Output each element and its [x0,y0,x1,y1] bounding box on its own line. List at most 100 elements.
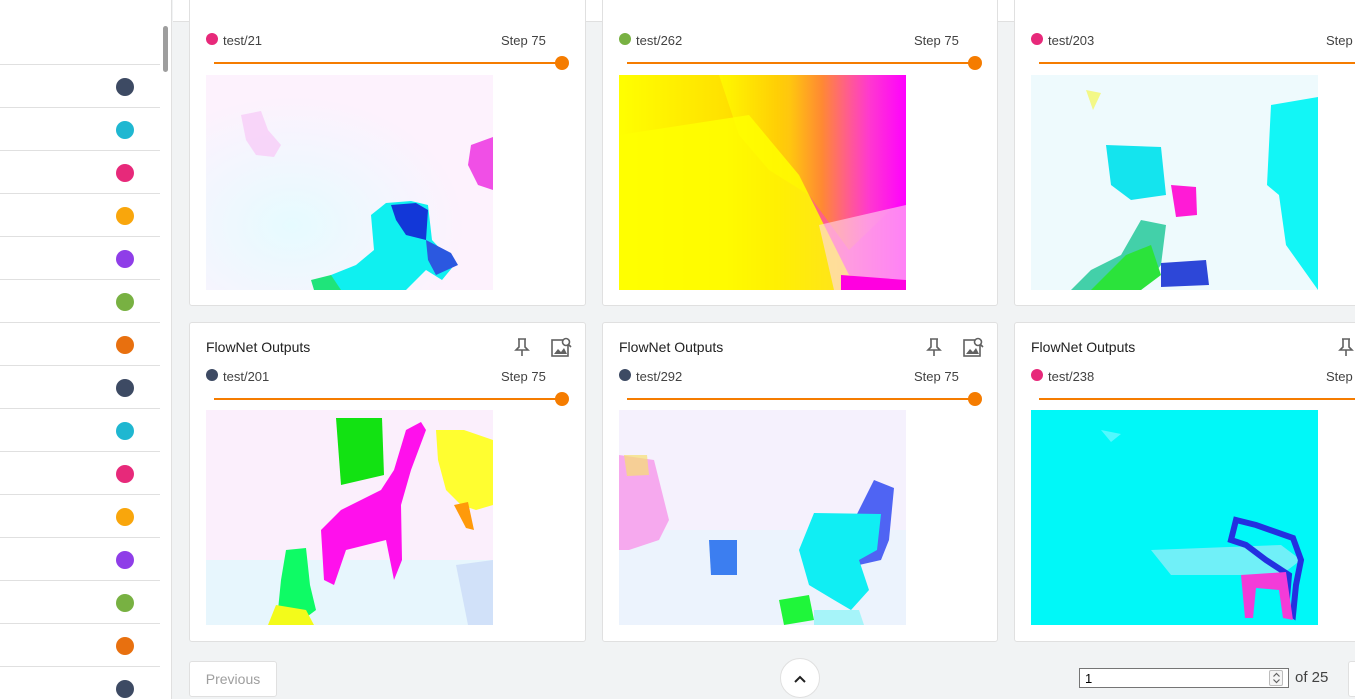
run-color-swatch[interactable] [116,465,134,483]
slider-track [627,398,975,400]
run-row[interactable] [0,452,160,495]
run-color-swatch[interactable] [116,637,134,655]
flow-image [206,75,493,290]
run-name: test/203 [1048,33,1095,48]
run-row[interactable] [0,538,160,581]
card-run-info: test/292 Step 75 [619,369,979,385]
image-card: FlowNet Outputs test/292 Step 75 [602,322,998,642]
run-color-swatch[interactable] [116,207,134,225]
pin-icon[interactable] [925,337,943,357]
card-run-info: test/203 Step 75 [1031,33,1355,49]
flow-image [619,410,906,625]
card-title: FlowNet Outputs [1031,339,1136,355]
step-slider[interactable] [1039,392,1355,406]
run-color-swatch[interactable] [116,680,134,698]
run-row[interactable] [0,624,160,667]
run-row[interactable] [0,280,160,323]
run-list-header [0,22,160,65]
image-search-icon[interactable] [550,336,572,358]
run-row[interactable] [0,65,160,108]
run-name: test/201 [223,369,270,384]
slider-track [1039,62,1355,64]
step-slider[interactable] [627,56,982,70]
run-color-dot [206,369,218,381]
scroll-to-top-button[interactable] [780,658,820,698]
run-color-swatch[interactable] [116,293,134,311]
image-card: test/262 Step 75 [602,0,998,306]
run-name: test/292 [636,369,683,384]
image-card: FlowNet Outputs test/238 Step 75 [1014,322,1355,642]
step-label: Step 75 [501,33,546,48]
run-list [0,22,160,699]
step-slider[interactable] [627,392,982,406]
slider-track [214,62,562,64]
run-row[interactable] [0,194,160,237]
step-label: Step 75 [1326,33,1355,48]
run-row[interactable] [0,495,160,538]
flow-image [1031,410,1318,625]
run-row[interactable] [0,581,160,624]
run-row[interactable] [0,151,160,194]
run-color-swatch[interactable] [116,379,134,397]
image-card: FlowNet Outputs test/201 Step 75 [189,322,586,642]
run-color-swatch[interactable] [116,250,134,268]
slider-track [214,398,562,400]
slider-thumb[interactable] [968,392,982,406]
card-run-info: test/238 Step 75 [1031,369,1355,385]
image-search-icon[interactable] [962,336,984,358]
run-color-dot [1031,369,1043,381]
run-name: test/238 [1048,369,1095,384]
previous-page-button[interactable]: Previous [189,661,277,697]
sidebar-scrollbar[interactable] [163,26,168,72]
run-row[interactable] [0,409,160,452]
next-page-button[interactable] [1348,661,1355,697]
step-label: Step 75 [501,369,546,384]
pin-icon[interactable] [1337,337,1355,357]
run-row[interactable] [0,667,160,699]
page-spinner[interactable] [1269,670,1283,686]
pin-icon[interactable] [513,337,531,357]
slider-thumb[interactable] [555,56,569,70]
run-color-swatch[interactable] [116,164,134,182]
run-row[interactable] [0,108,160,151]
run-color-dot [206,33,218,45]
run-color-swatch[interactable] [116,121,134,139]
run-name: test/21 [223,33,263,48]
card-title: FlowNet Outputs [619,339,724,355]
card-run-info: test/21 Step 75 [206,33,566,49]
run-name: test/262 [636,33,683,48]
run-color-dot [619,369,631,381]
run-color-swatch[interactable] [116,422,134,440]
slider-thumb[interactable] [968,56,982,70]
image-dashboard: test/21 Step 75 test/ [0,0,1355,699]
run-color-swatch[interactable] [116,336,134,354]
flow-image [206,410,493,625]
spinner-arrows-icon [1273,672,1280,684]
image-card: test/203 Step 75 [1014,0,1355,306]
step-slider[interactable] [1039,56,1355,70]
step-label: Step 75 [914,33,959,48]
card-run-info: test/262 Step 75 [619,33,979,49]
run-row[interactable] [0,237,160,280]
chevron-up-icon [794,675,806,683]
flow-image [1031,75,1318,290]
step-label: Step 75 [914,369,959,384]
run-color-swatch[interactable] [116,78,134,96]
runs-sidebar [0,0,172,699]
run-color-swatch[interactable] [116,508,134,526]
step-slider[interactable] [214,392,569,406]
card-title: FlowNet Outputs [206,339,311,355]
run-row[interactable] [0,323,160,366]
run-color-dot [619,33,631,45]
run-color-swatch[interactable] [116,551,134,569]
page-total: of 25 [1295,669,1329,686]
slider-thumb[interactable] [555,392,569,406]
run-row[interactable] [0,366,160,409]
run-color-dot [1031,33,1043,45]
slider-track [1039,398,1355,400]
flow-image [619,75,906,290]
step-label: Step 75 [1326,369,1355,384]
run-color-swatch[interactable] [116,594,134,612]
step-slider[interactable] [214,56,569,70]
page-number-input[interactable] [1079,668,1289,688]
